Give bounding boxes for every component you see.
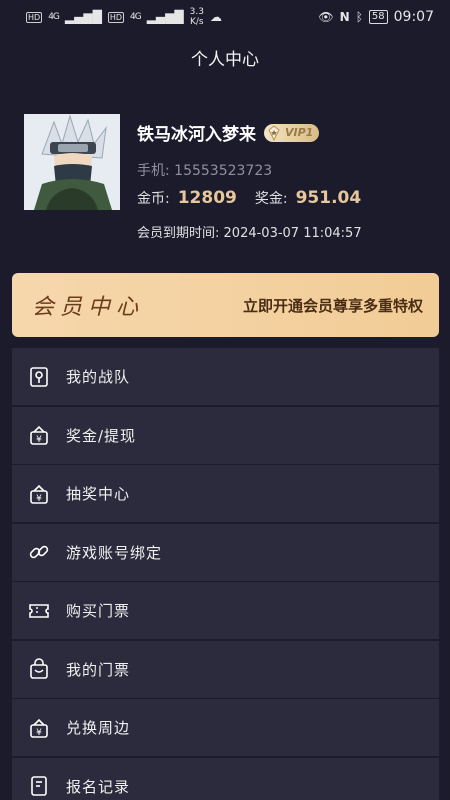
expire-label: 会员到期时间:: [137, 226, 220, 241]
menu-item-exchange-merch[interactable]: ¥ 兑换周边: [12, 699, 439, 756]
battery-indicator: 58: [368, 10, 388, 24]
menu-item-lottery[interactable]: ¥ 抽奖中心: [12, 465, 439, 522]
bonus-value: 951.04: [295, 188, 362, 208]
clock: 09:07: [393, 9, 434, 25]
member-center-subtitle: 立即开通会员尊享多重特权: [242, 296, 423, 315]
balance-row: 金币: 12809 奖金: 951.04: [137, 188, 361, 208]
menu-item-bonus-withdraw[interactable]: ¥ 奖金/提现: [12, 406, 439, 464]
cloud-icon: ☁: [209, 10, 222, 24]
menu-label: 奖金/提现: [66, 426, 137, 445]
user-name: 铁马冰河入梦来: [137, 125, 256, 145]
profile-card: 铁马冰河入梦来 VIP1 手机: 15553523723 金币: 12809 奖…: [24, 114, 434, 254]
membership-expiry: 会员到期时间: 2024-03-07 11:04:57: [137, 222, 362, 241]
bonus-label: 奖金:: [254, 191, 288, 207]
vip-badge[interactable]: VIP1: [264, 123, 320, 142]
page-title: 个人中心: [191, 49, 259, 70]
diamond-icon: [268, 124, 280, 141]
menu-label: 我的门票: [66, 660, 131, 679]
bag-icon: [28, 658, 50, 680]
phone-label: 手机:: [137, 163, 170, 179]
ticket-icon: [28, 600, 50, 622]
hd-badge-2: HD: [107, 11, 124, 23]
expire-value: 2024-03-07 11:04:57: [223, 226, 362, 241]
status-bar: HD 4G ▂▄▆█ HD 4G ▂▄▆█ 3.3 K/s ☁ 👁 N ᛒ 58…: [0, 0, 450, 34]
menu-item-team[interactable]: 我的战队: [12, 348, 439, 405]
member-center-title: 会员中心: [32, 295, 145, 320]
lottery-icon: ¥: [28, 483, 50, 505]
menu-label: 我的战队: [66, 368, 131, 386]
signal-icon: ▂▄▆█: [146, 10, 184, 24]
vip-level: VIP1: [285, 126, 314, 139]
svg-text:¥: ¥: [36, 435, 42, 445]
svg-text:¥: ¥: [36, 728, 42, 738]
link-icon: [28, 541, 50, 563]
eye-icon: 👁: [318, 10, 334, 24]
menu-item-buy-ticket[interactable]: 购买门票: [12, 582, 439, 639]
menu-item-game-account-binding[interactable]: 游戏账号绑定: [12, 523, 439, 581]
exchange-icon: ¥: [28, 717, 50, 739]
avatar[interactable]: [24, 114, 120, 210]
signal-2-label: 4G: [130, 12, 142, 22]
phone-row: 手机: 15553523723: [137, 160, 272, 180]
menu-label: 购买门票: [66, 602, 131, 620]
nfc-icon: N: [339, 10, 350, 24]
record-icon: [28, 775, 50, 797]
network-speed: 3.3 K/s: [189, 7, 204, 27]
avatar-image: [24, 114, 120, 210]
coin-label: 金币:: [137, 191, 170, 207]
menu-item-registration-record[interactable]: 报名记录: [12, 757, 439, 800]
menu-label: 兑换周边: [66, 719, 131, 737]
svg-text:¥: ¥: [36, 494, 42, 504]
menu-label: 游戏账号绑定: [66, 543, 163, 562]
menu-label: 抽奖中心: [66, 485, 131, 503]
status-bar-left: HD 4G ▂▄▆█ HD 4G ▂▄▆█ 3.3 K/s ☁: [26, 7, 222, 27]
phone-number: 15553523723: [174, 163, 273, 179]
name-row: 铁马冰河入梦来 VIP1: [137, 120, 320, 145]
menu-list: 我的战队 ¥ 奖金/提现 ¥ 抽奖中心 游戏账号绑定 购买门票 我的门票 ¥ 兑…: [12, 348, 439, 800]
status-bar-right: 👁 N ᛒ 58 09:07: [318, 9, 434, 25]
signal-icon: ▂▄▆█: [64, 10, 102, 24]
hd-badge-1: HD: [26, 11, 43, 23]
coin-value: 12809: [177, 188, 237, 208]
wallet-icon: ¥: [28, 424, 50, 446]
signal-1-label: 4G: [48, 12, 60, 22]
bluetooth-icon: ᛒ: [355, 10, 363, 24]
menu-label: 报名记录: [66, 777, 131, 796]
menu-item-my-tickets[interactable]: 我的门票: [12, 640, 439, 698]
member-center-banner[interactable]: 会员中心 立即开通会员尊享多重特权: [12, 273, 439, 337]
team-icon: [28, 366, 50, 388]
